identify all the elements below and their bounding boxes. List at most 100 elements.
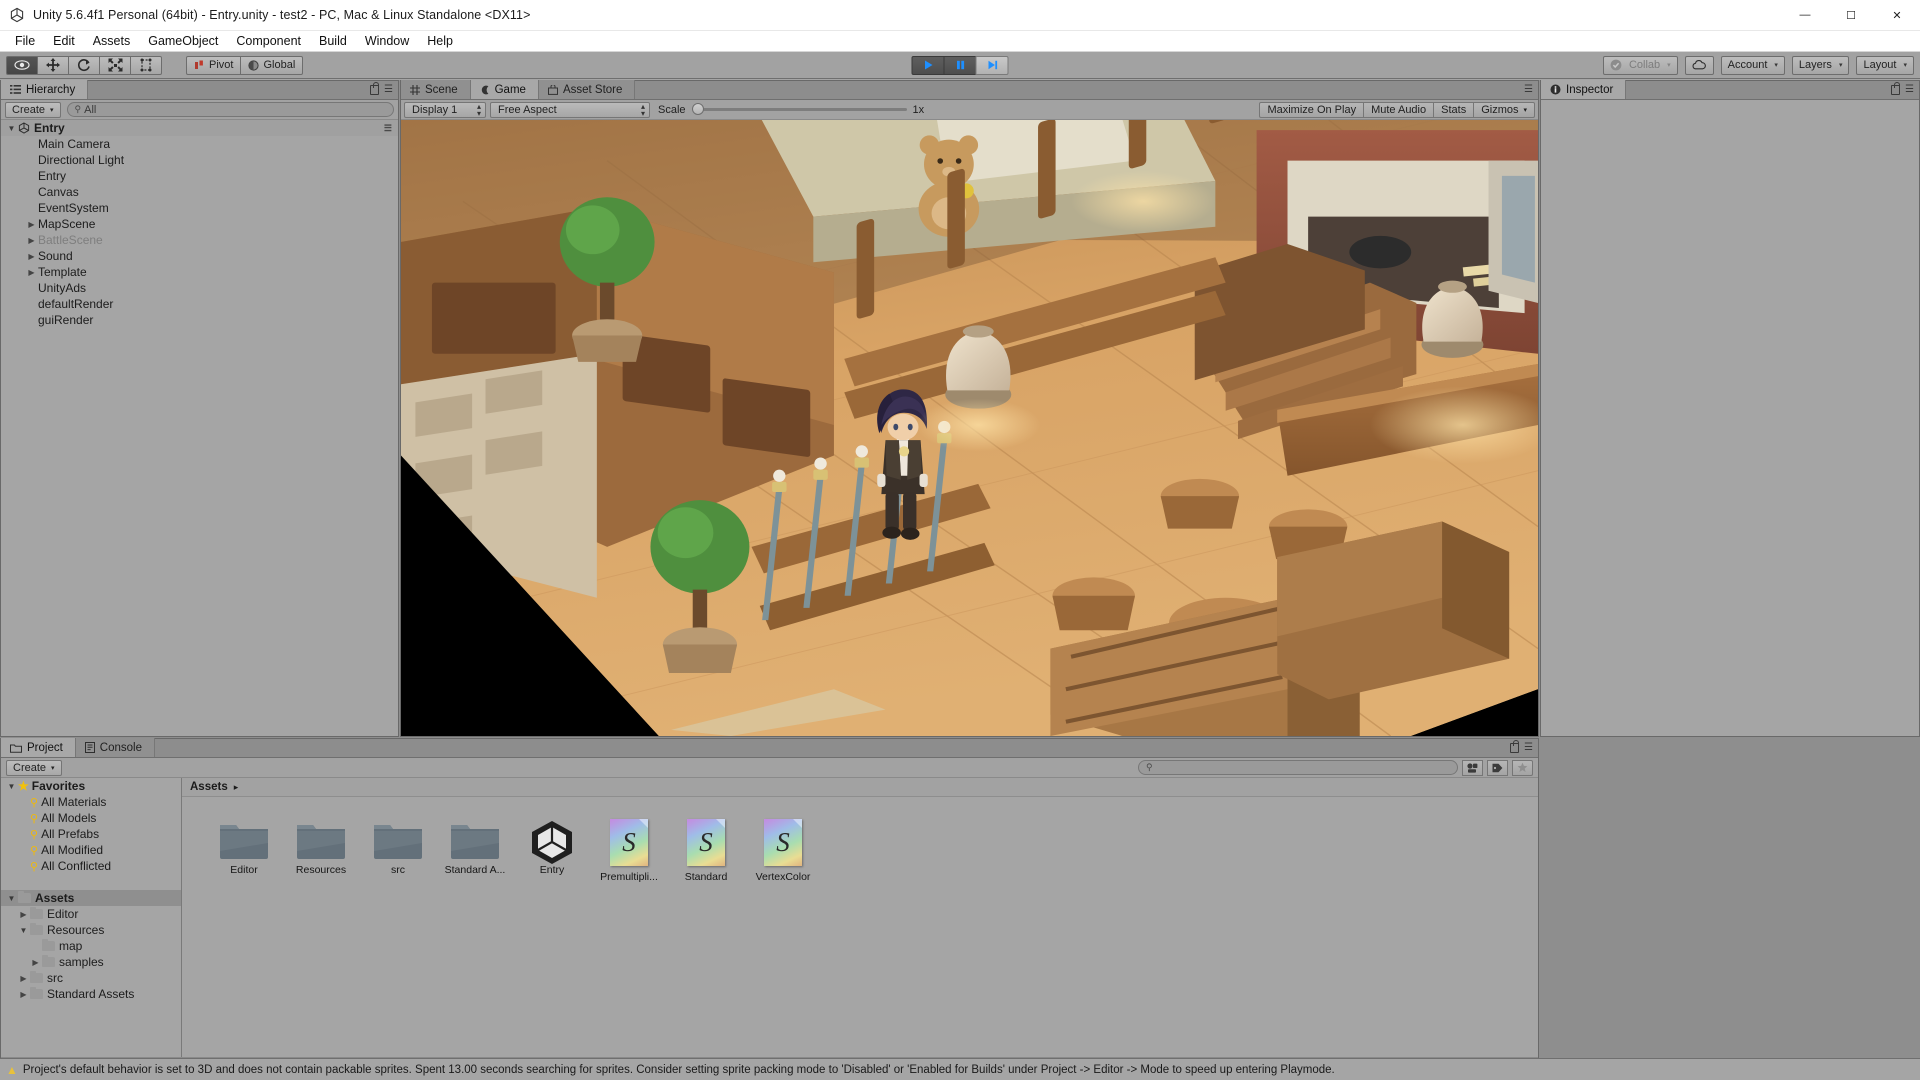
menu-gameobject[interactable]: GameObject bbox=[139, 31, 227, 51]
rotate-tool-icon[interactable] bbox=[68, 55, 100, 75]
breadcrumb-assets[interactable]: Assets bbox=[190, 781, 228, 793]
chevron-down-icon[interactable]: ▼ bbox=[5, 124, 18, 133]
menu-build[interactable]: Build bbox=[310, 31, 356, 51]
menu-help[interactable]: Help bbox=[418, 31, 462, 51]
move-tool-icon[interactable] bbox=[37, 55, 69, 75]
asset-item[interactable]: Resources bbox=[283, 813, 359, 883]
layers-button[interactable]: Layers ▾ bbox=[1791, 55, 1850, 75]
status-bar[interactable]: ▲ Project's default behavior is set to 3… bbox=[0, 1058, 1920, 1080]
maximize-button[interactable]: ☐ bbox=[1828, 0, 1874, 31]
global-toggle[interactable]: Global bbox=[240, 55, 304, 75]
hierarchy-item-eventsystem[interactable]: EventSystem bbox=[1, 200, 398, 216]
hierarchy-item-guirender[interactable]: guiRender bbox=[1, 312, 398, 328]
tab-project[interactable]: Project bbox=[1, 738, 76, 757]
pause-button[interactable] bbox=[943, 55, 977, 75]
chevron-right-icon[interactable]: ▶ bbox=[25, 236, 38, 245]
panel-menu-icon[interactable]: ☰ bbox=[1524, 84, 1533, 95]
project-tree-item-standard-assets[interactable]: ▶ Standard Assets bbox=[1, 986, 181, 1002]
menu-window[interactable]: Window bbox=[356, 31, 418, 51]
asset-item[interactable]: src bbox=[360, 813, 436, 883]
project-tree-item-all-modified[interactable]: ⚲ All Modified bbox=[1, 842, 181, 858]
asset-item[interactable]: S VertexColor bbox=[745, 813, 821, 883]
project-create-button[interactable]: Create ▾ bbox=[6, 759, 62, 776]
hierarchy-item-canvas[interactable]: Canvas bbox=[1, 184, 398, 200]
panel-menu-icon[interactable]: ☰ bbox=[384, 84, 393, 95]
filter-by-type-icon[interactable] bbox=[1462, 759, 1483, 776]
asset-grid[interactable]: Editor Resources src Standard A... Entry S Pre… bbox=[182, 797, 1538, 1057]
chevron-right-icon[interactable]: ▶ bbox=[17, 910, 30, 919]
scale-tool-icon[interactable] bbox=[99, 55, 131, 75]
scale-slider[interactable] bbox=[691, 103, 907, 115]
hierarchy-item-unityads[interactable]: UnityAds bbox=[1, 280, 398, 296]
gizmos-dropdown[interactable]: Gizmos ▾ bbox=[1473, 101, 1535, 118]
rect-tool-icon[interactable] bbox=[130, 55, 162, 75]
minimize-button[interactable]: — bbox=[1782, 0, 1828, 31]
aspect-dropdown[interactable]: Free Aspect ▴ ▾ bbox=[490, 101, 650, 118]
hierarchy-create-button[interactable]: Create ▾ bbox=[5, 101, 61, 118]
panel-menu-icon[interactable]: ☰ bbox=[1524, 742, 1533, 753]
chevron-down-icon[interactable]: ▼ bbox=[5, 782, 18, 791]
asset-item[interactable]: S Premultipli... bbox=[591, 813, 667, 883]
hierarchy-item-mapscene[interactable]: ▶ MapScene bbox=[1, 216, 398, 232]
project-search-input[interactable]: ⚲ bbox=[1138, 760, 1458, 775]
project-tree-item-samples[interactable]: ▶ samples bbox=[1, 954, 181, 970]
menu-assets[interactable]: Assets bbox=[84, 31, 140, 51]
lock-icon[interactable] bbox=[1510, 739, 1520, 753]
chevron-down-icon[interactable]: ▼ bbox=[17, 926, 30, 935]
panel-menu-icon[interactable]: ☰ bbox=[1905, 84, 1914, 95]
cloud-services-button[interactable] bbox=[1684, 55, 1714, 75]
close-button[interactable]: ✕ bbox=[1874, 0, 1920, 31]
lock-icon[interactable] bbox=[370, 81, 380, 95]
tab-hierarchy[interactable]: Hierarchy bbox=[1, 80, 89, 99]
tab-inspector[interactable]: Inspector bbox=[1541, 80, 1627, 99]
scale-slider-handle[interactable] bbox=[691, 103, 704, 115]
asset-item[interactable]: Standard A... bbox=[437, 813, 513, 883]
layout-button[interactable]: Layout ▾ bbox=[1856, 55, 1914, 75]
hierarchy-root-scene[interactable]: ▼ Entry ☰ bbox=[1, 120, 398, 136]
collab-button[interactable]: Collab ▾ bbox=[1602, 55, 1678, 75]
asset-item[interactable]: S Standard bbox=[668, 813, 744, 883]
project-tree-item-all-prefabs[interactable]: ⚲ All Prefabs bbox=[1, 826, 181, 842]
tab-scene[interactable]: Scene bbox=[401, 80, 471, 99]
project-tree-item-all-conflicted[interactable]: ⚲ All Conflicted bbox=[1, 858, 181, 874]
tab-console[interactable]: Console bbox=[75, 738, 155, 757]
asset-item[interactable]: Editor bbox=[206, 813, 282, 883]
lock-icon[interactable] bbox=[1891, 81, 1901, 95]
hierarchy-item-entry[interactable]: Entry bbox=[1, 168, 398, 184]
hierarchy-item-main-camera[interactable]: Main Camera bbox=[1, 136, 398, 152]
play-button[interactable] bbox=[911, 55, 945, 75]
asset-item[interactable]: Entry bbox=[514, 813, 590, 883]
menu-edit[interactable]: Edit bbox=[44, 31, 84, 51]
project-tree-item-map[interactable]: map bbox=[1, 938, 181, 954]
hierarchy-item-defaultrender[interactable]: defaultRender bbox=[1, 296, 398, 312]
tab-asset-store[interactable]: Asset Store bbox=[538, 80, 636, 99]
hierarchy-search-input[interactable]: ⚲ All bbox=[66, 102, 394, 117]
project-tree-item-all-models[interactable]: ⚲ All Models bbox=[1, 810, 181, 826]
hierarchy-tree[interactable]: ▼ Entry ☰ Main Camera Directional Light Entry… bbox=[1, 120, 398, 736]
project-tree-item-all-materials[interactable]: ⚲ All Materials bbox=[1, 794, 181, 810]
chevron-right-icon[interactable]: ▶ bbox=[29, 958, 42, 967]
chevron-right-icon[interactable]: ▶ bbox=[25, 252, 38, 261]
filter-by-label-icon[interactable] bbox=[1487, 759, 1508, 776]
account-button[interactable]: Account ▾ bbox=[1720, 55, 1785, 75]
hierarchy-item-directional-light[interactable]: Directional Light bbox=[1, 152, 398, 168]
stats-toggle[interactable]: Stats bbox=[1433, 101, 1475, 118]
display-dropdown[interactable]: Display 1 ▴ ▾ bbox=[404, 101, 486, 118]
project-tree-item-editor[interactable]: ▶ Editor bbox=[1, 906, 181, 922]
favorite-star-icon[interactable] bbox=[1512, 759, 1533, 776]
hand-tool-icon[interactable] bbox=[6, 55, 38, 75]
chevron-right-icon[interactable]: ▶ bbox=[25, 220, 38, 229]
project-tree-item-resources[interactable]: ▼ Resources bbox=[1, 922, 181, 938]
step-button[interactable] bbox=[975, 55, 1009, 75]
chevron-right-icon[interactable]: ▶ bbox=[25, 268, 38, 277]
menu-component[interactable]: Component bbox=[227, 31, 310, 51]
chevron-right-icon[interactable]: ▶ bbox=[17, 990, 30, 999]
scene-context-menu-icon[interactable]: ☰ bbox=[384, 123, 398, 134]
chevron-right-icon[interactable]: ▶ bbox=[17, 974, 30, 983]
project-folder-tree[interactable]: ▼ ★ Favorites ⚲ All Materials ⚲ All Models ⚲ All… bbox=[1, 778, 182, 1057]
tab-game[interactable]: Game bbox=[470, 80, 539, 99]
project-tree-item-favorites[interactable]: ▼ ★ Favorites bbox=[1, 778, 181, 794]
mute-audio-toggle[interactable]: Mute Audio bbox=[1363, 101, 1435, 118]
menu-file[interactable]: File bbox=[6, 31, 44, 51]
maximize-on-play-toggle[interactable]: Maximize On Play bbox=[1259, 101, 1365, 118]
